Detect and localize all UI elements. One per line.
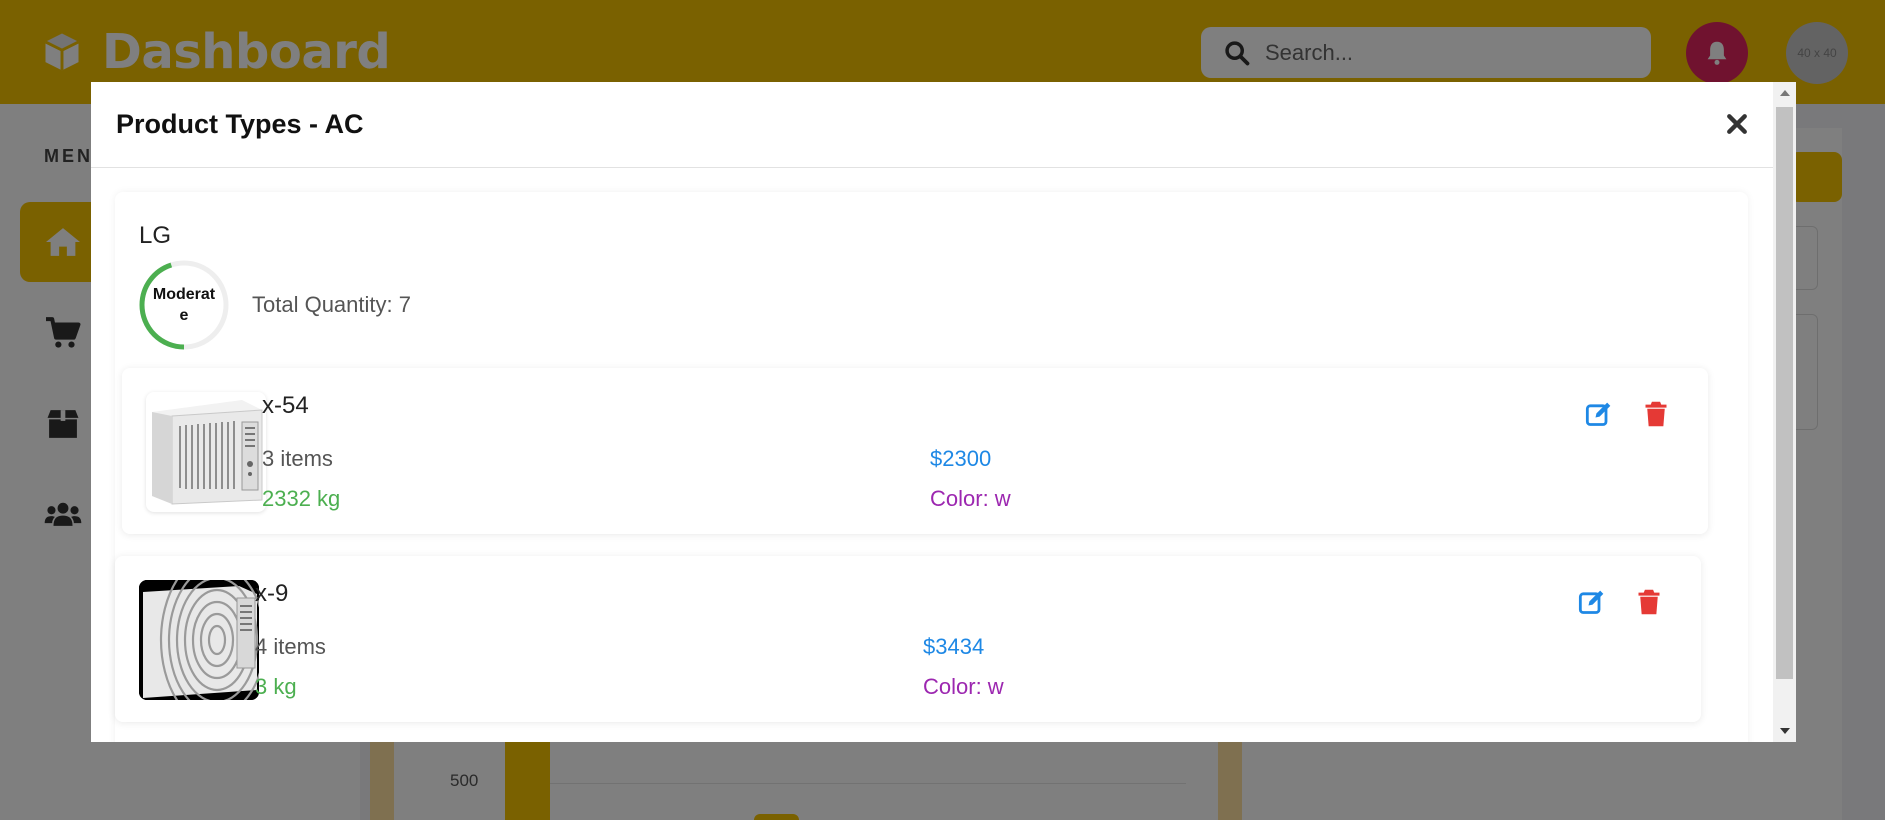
product-types-modal: Product Types - AC LG Moderate Total Qua… bbox=[91, 82, 1796, 742]
stock-level-indicator: Moderate bbox=[139, 260, 229, 350]
brand-card: LG Moderate Total Quantity: 7 x-54 3 ite… bbox=[115, 192, 1748, 742]
close-button[interactable] bbox=[1723, 110, 1751, 138]
product-price: $3434 bbox=[923, 634, 985, 659]
close-icon bbox=[1727, 114, 1747, 134]
modal-header: Product Types - AC bbox=[91, 82, 1773, 168]
product-image bbox=[146, 392, 266, 512]
scroll-down-arrow[interactable] bbox=[1773, 720, 1796, 742]
modal-scrollbar[interactable] bbox=[1773, 82, 1796, 742]
air-conditioner-image bbox=[152, 400, 263, 505]
stock-status: Moderate bbox=[152, 286, 216, 324]
delete-icon[interactable] bbox=[1637, 588, 1661, 616]
product-item-count: 3 items bbox=[262, 446, 333, 471]
product-name: x-54 bbox=[262, 392, 309, 419]
product-item-count: 4 items bbox=[255, 634, 326, 659]
arrow-down-icon bbox=[1779, 728, 1790, 734]
product-price: $2300 bbox=[930, 446, 992, 471]
edit-icon[interactable] bbox=[1578, 588, 1606, 616]
product-weight: 3 kg bbox=[255, 674, 297, 699]
scrollbar-thumb[interactable] bbox=[1776, 107, 1793, 679]
modal-title: Product Types - AC bbox=[116, 109, 364, 139]
scroll-up-arrow[interactable] bbox=[1773, 82, 1796, 104]
air-conditioner-image bbox=[139, 580, 259, 700]
product-color: Color: w bbox=[923, 674, 1004, 699]
brand-name: LG bbox=[139, 222, 172, 249]
product-image bbox=[139, 580, 259, 700]
delete-icon[interactable] bbox=[1644, 400, 1668, 428]
product-color: Color: w bbox=[930, 486, 1011, 511]
product-card: x-9 4 items 3 kg $3434 Color: w bbox=[115, 556, 1701, 722]
product-weight: 2332 kg bbox=[262, 486, 341, 511]
total-quantity: Total Quantity: 7 bbox=[252, 292, 411, 317]
product-name: x-9 bbox=[255, 580, 289, 607]
product-card: x-54 3 items 2332 kg $2300 Color: w bbox=[122, 368, 1708, 534]
arrow-up-icon bbox=[1779, 90, 1790, 96]
edit-icon[interactable] bbox=[1585, 400, 1613, 428]
